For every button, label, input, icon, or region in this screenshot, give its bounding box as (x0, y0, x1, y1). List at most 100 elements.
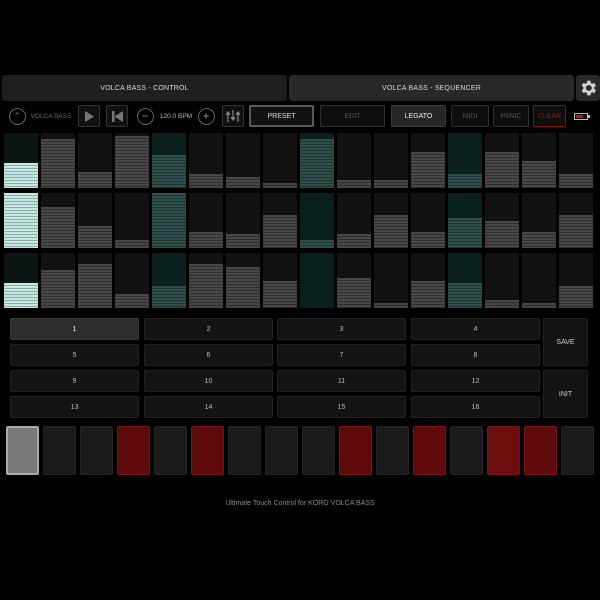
step-15-row-3-cell[interactable] (522, 253, 556, 308)
pattern-button-11[interactable]: 11 (277, 370, 406, 392)
pattern-button-14[interactable]: 14 (144, 396, 273, 418)
step-button-2[interactable] (43, 426, 76, 475)
step-13-row-3-cell[interactable] (448, 253, 482, 308)
step-4-row-2-cell[interactable] (115, 193, 149, 248)
step-9-row-1-cell[interactable] (300, 133, 334, 188)
tab-sequencer[interactable]: VOLCA BASS - SEQUENCER (289, 75, 574, 101)
step-10-row-2-cell[interactable] (337, 193, 371, 248)
pattern-button-15[interactable]: 15 (277, 396, 406, 418)
step-3-row-2-cell[interactable] (78, 193, 112, 248)
step-11-row-2-cell[interactable] (374, 193, 408, 248)
rewind-button[interactable] (106, 105, 128, 127)
step-5-row-2-cell[interactable] (152, 193, 186, 248)
step-button-13[interactable] (450, 426, 483, 475)
preset-button[interactable]: PRESET (249, 105, 314, 127)
step-3-row-1-cell[interactable] (78, 133, 112, 188)
step-7-row-1-cell[interactable] (226, 133, 260, 188)
step-button-16[interactable] (561, 426, 594, 475)
step-1-row-3-cell[interactable] (4, 253, 38, 308)
step-button-15[interactable] (524, 426, 557, 475)
step-button-9[interactable] (302, 426, 335, 475)
step-6-row-2-cell[interactable] (189, 193, 223, 248)
step-button-12[interactable] (413, 426, 446, 475)
step-9-row-2-cell[interactable] (300, 193, 334, 248)
step-5-row-1-cell[interactable] (152, 133, 186, 188)
pattern-button-6[interactable]: 6 (144, 344, 273, 366)
step-12-row-1-level (411, 152, 445, 188)
step-8-row-3-cell[interactable] (263, 253, 297, 308)
tempo-adjust-button[interactable] (222, 105, 244, 127)
step-11-row-1-cell[interactable] (374, 133, 408, 188)
step-12-row-2-cell[interactable] (411, 193, 445, 248)
step-16-row-1-cell[interactable] (559, 133, 593, 188)
step-button-6[interactable] (191, 426, 224, 475)
step-7-row-2-cell[interactable] (226, 193, 260, 248)
step-5-row-3-cell[interactable] (152, 253, 186, 308)
step-13-row-1-cell[interactable] (448, 133, 482, 188)
step-14-row-3-cell[interactable] (485, 253, 519, 308)
step-8-row-3-level (263, 280, 297, 308)
pattern-button-5[interactable]: 5 (10, 344, 139, 366)
save-button[interactable]: SAVE (543, 318, 588, 366)
step-2-row-1-cell[interactable] (41, 133, 75, 188)
step-6-row-3-cell[interactable] (189, 253, 223, 308)
pattern-button-8[interactable]: 8 (411, 344, 540, 366)
settings-button[interactable] (576, 75, 600, 101)
step-2-row-2-cell[interactable] (41, 193, 75, 248)
step-button-11[interactable] (376, 426, 409, 475)
step-sequencer-grid[interactable] (4, 133, 596, 310)
tab-control[interactable]: VOLCA BASS - CONTROL (2, 75, 287, 101)
step-8-row-2-cell[interactable] (263, 193, 297, 248)
step-6-row-1-cell[interactable] (189, 133, 223, 188)
step-7-row-3-cell[interactable] (226, 253, 260, 308)
step-15-row-1-cell[interactable] (522, 133, 556, 188)
step-button-7[interactable] (228, 426, 261, 475)
step-button-5[interactable] (154, 426, 187, 475)
step-10-row-3-cell[interactable] (337, 253, 371, 308)
pattern-button-2[interactable]: 2 (144, 318, 273, 340)
step-button-14[interactable] (487, 426, 520, 475)
step-10-row-1-cell[interactable] (337, 133, 371, 188)
bpm-increase-button[interactable]: + (197, 105, 215, 127)
step-11-row-3-cell[interactable] (374, 253, 408, 308)
legato-button[interactable]: LEGATO (391, 105, 446, 127)
step-button-1[interactable] (6, 426, 39, 475)
step-button-10[interactable] (339, 426, 372, 475)
step-button-8[interactable] (265, 426, 298, 475)
step-button-4[interactable] (117, 426, 150, 475)
midi-button[interactable]: MIDI (451, 105, 489, 127)
panic-button[interactable]: PANIC (493, 105, 529, 127)
pattern-button-1[interactable]: 1 (10, 318, 139, 340)
collapse-button[interactable]: ⌃ (8, 105, 26, 127)
step-16-row-2-cell[interactable] (559, 193, 593, 248)
step-16-row-3-cell[interactable] (559, 253, 593, 308)
step-1-row-1-cell[interactable] (4, 133, 38, 188)
step-14-row-2-cell[interactable] (485, 193, 519, 248)
step-12-row-1-cell[interactable] (411, 133, 445, 188)
pattern-button-16[interactable]: 16 (411, 396, 540, 418)
step-button-3[interactable] (80, 426, 113, 475)
step-4-row-3-cell[interactable] (115, 253, 149, 308)
step-12-row-3-cell[interactable] (411, 253, 445, 308)
step-1-row-2-cell[interactable] (4, 193, 38, 248)
clear-button[interactable]: CLEAR (533, 105, 566, 127)
step-15-row-2-cell[interactable] (522, 193, 556, 248)
step-4-row-1-cell[interactable] (115, 133, 149, 188)
step-8-row-1-cell[interactable] (263, 133, 297, 188)
pattern-button-13[interactable]: 13 (10, 396, 139, 418)
pattern-button-9[interactable]: 9 (10, 370, 139, 392)
pattern-button-7[interactable]: 7 (277, 344, 406, 366)
pattern-button-10[interactable]: 10 (144, 370, 273, 392)
step-9-row-3-cell[interactable] (300, 253, 334, 308)
init-button[interactable]: INIT (543, 370, 588, 418)
step-14-row-1-cell[interactable] (485, 133, 519, 188)
play-button[interactable] (78, 105, 100, 127)
pattern-button-4[interactable]: 4 (411, 318, 540, 340)
pattern-button-3[interactable]: 3 (277, 318, 406, 340)
edit-button[interactable]: EDIT (320, 105, 385, 127)
step-2-row-3-cell[interactable] (41, 253, 75, 308)
pattern-button-12[interactable]: 12 (411, 370, 540, 392)
step-3-row-3-cell[interactable] (78, 253, 112, 308)
step-13-row-2-cell[interactable] (448, 193, 482, 248)
bpm-decrease-button[interactable]: − (136, 105, 154, 127)
